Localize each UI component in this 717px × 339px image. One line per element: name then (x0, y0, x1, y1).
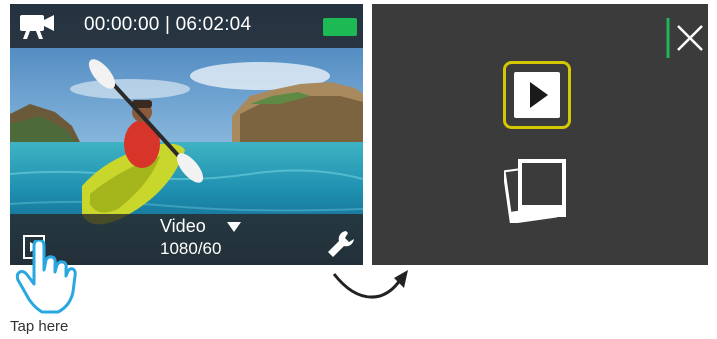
battery-full-icon (323, 18, 357, 36)
resolution-label: 1080/60 (160, 239, 222, 258)
tap-here-label: Tap here (10, 318, 69, 335)
close-icon[interactable] (666, 14, 706, 60)
mode-selector-label[interactable]: Video (160, 216, 206, 237)
live-view-screen: 00:00:00 | 06:02:04 Video 1080/60 (10, 4, 363, 265)
photo-stack-icon (504, 159, 566, 223)
playback-menu-screen (372, 4, 708, 265)
caret-down-icon[interactable] (227, 222, 241, 232)
curved-arrow-icon (332, 270, 408, 299)
video-camera-icon (20, 15, 54, 39)
recording-timecode: 00:00:00 | 06:02:04 (84, 14, 252, 35)
pointing-hand-icon (15, 240, 77, 314)
photo-playback-button[interactable] (504, 153, 570, 223)
status-bar: 00:00:00 | 06:02:04 (10, 4, 363, 48)
video-playback-button[interactable] (503, 61, 571, 129)
wrench-icon[interactable] (325, 228, 357, 260)
